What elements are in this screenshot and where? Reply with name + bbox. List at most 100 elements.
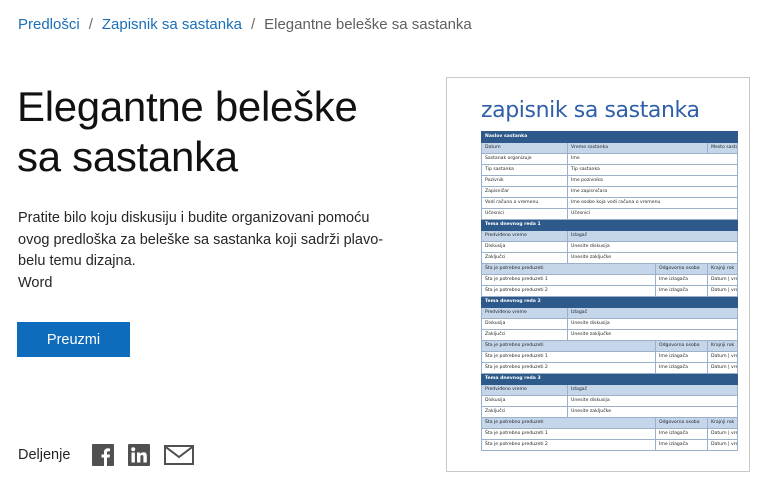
preview-table-row: Šta je potrebno preduzeti 2 Ime izlagača D…: [481, 439, 738, 451]
preview-table-cell: Naslov sastanka: [481, 131, 738, 143]
preview-table-cell: Krajnji rok: [707, 417, 738, 429]
preview-table-cell: Ime izlagača: [655, 428, 708, 440]
preview-table-cell: Vreme sastanka: [567, 142, 708, 154]
preview-table-row: Šta je potrebno preduzeti Odgovorna osoba…: [481, 417, 738, 429]
preview-table-cell: Datum | vreme: [707, 439, 738, 451]
preview-table-cell: Šta je potrebno preduzeti: [481, 340, 656, 352]
linkedin-icon[interactable]: [128, 444, 151, 466]
preview-table-row: Šta je potrebno preduzeti 1 Ime izlagača D…: [481, 351, 738, 363]
facebook-icon[interactable]: [92, 444, 115, 466]
preview-table-cell: Odgovorna osoba: [655, 340, 708, 352]
email-icon[interactable]: [164, 444, 195, 466]
preview-table-cell: Datum | vreme: [707, 428, 738, 440]
preview-document-table: Naslov sastanka Datum Vreme sastanka Mesto …: [481, 131, 738, 451]
preview-table-cell: Datum: [481, 142, 568, 154]
preview-table-row: Predviđeno vreme Izlagač: [481, 307, 738, 319]
preview-table-cell: Šta je potrebno preduzeti 1: [481, 428, 656, 440]
preview-table-row: Predviđeno vreme Izlagač: [481, 384, 738, 396]
preview-table-cell: Unesite diskusija: [567, 241, 738, 253]
preview-table-cell: Predviđeno vreme: [481, 230, 568, 242]
preview-table-cell: Ime izlagača: [655, 285, 708, 297]
preview-table-cell: Šta je potrebno preduzeti: [481, 263, 656, 275]
preview-table-row: Diskusija Unesite diskusija: [481, 395, 738, 407]
preview-table-row: DatumVreme sastankaMesto sastanka: [481, 142, 738, 154]
preview-table-row: Tema dnevnog reda 3: [481, 373, 738, 385]
preview-table-row: Šta je potrebno preduzeti Odgovorna osoba…: [481, 340, 738, 352]
preview-table-cell: Ime pozivnika: [567, 175, 738, 187]
preview-table-row: Tip sastanka Tip sastanka: [481, 164, 738, 176]
preview-table-cell: Diskusija: [481, 395, 568, 407]
share-bar: Deljenje: [18, 444, 208, 466]
preview-table-cell: Odgovorna osoba: [655, 417, 708, 429]
preview-table-row: Diskusija Unesite diskusija: [481, 241, 738, 253]
preview-table-row: Šta je potrebno preduzeti 1 Ime izlagača D…: [481, 428, 738, 440]
preview-table-row: Učesnici Učesnici: [481, 208, 738, 220]
breadcrumb-current: Elegantne beleške sa sastanka: [264, 16, 472, 33]
preview-table-cell: Učesnici: [481, 208, 568, 220]
preview-table-cell: Učesnici: [567, 208, 738, 220]
preview-table-cell: Pozivnik: [481, 175, 568, 187]
preview-table-cell: Unesite zaključke: [567, 252, 738, 264]
template-description: Pratite bilo koju diskusiju i budite org…: [18, 210, 384, 269]
preview-table-cell: Tip sastanka: [481, 164, 568, 176]
preview-table-row: Zaključci Unesite zaključke: [481, 252, 738, 264]
preview-table-row: Vodi računa o vremenu Ime osobe koja vodi…: [481, 197, 738, 209]
preview-table-row: Zaključci Unesite zaključke: [481, 329, 738, 341]
breadcrumb-separator: /: [250, 16, 256, 33]
preview-table-row: Zaključci Unesite zaključke: [481, 406, 738, 418]
preview-table-row: Naslov sastanka: [481, 131, 738, 143]
preview-table-cell: Sastanak organizuje: [481, 153, 568, 165]
preview-table-cell: Zaključci: [481, 329, 568, 341]
share-label: Deljenje: [18, 447, 71, 463]
preview-table-row: Tema dnevnog reda 2: [481, 296, 738, 308]
preview-table-cell: Zapisničar: [481, 186, 568, 198]
preview-table-cell: Izlagač: [567, 230, 738, 242]
preview-table-row: Šta je potrebno preduzeti 2 Ime izlagača D…: [481, 362, 738, 374]
preview-table-cell: Datum | vreme: [707, 285, 738, 297]
preview-table-cell: Zaključci: [481, 252, 568, 264]
preview-table-row: Tema dnevnog reda 1: [481, 219, 738, 231]
page-title: Elegantne beleške sa sastanka: [17, 82, 417, 182]
preview-document-title: zapisnik sa sastanka: [481, 98, 700, 123]
preview-table-cell: Izlagač: [567, 307, 738, 319]
preview-table-cell: Tema dnevnog reda 1: [481, 219, 738, 231]
preview-table-cell: Šta je potrebno preduzeti: [481, 417, 656, 429]
app-label: Word: [18, 275, 53, 291]
breadcrumb: Predlošci / Zapisnik sa sastanka / Elega…: [18, 16, 472, 33]
preview-table-cell: Šta je potrebno preduzeti 2: [481, 362, 656, 374]
page-title-line-1: Elegantne beleške: [17, 83, 358, 130]
preview-table-cell: Tip sastanka: [567, 164, 738, 176]
preview-table-cell: Datum | vreme: [707, 362, 738, 374]
preview-table-cell: Mesto sastanka: [707, 142, 738, 154]
preview-table-cell: Predviđeno vreme: [481, 307, 568, 319]
preview-table-cell: Odgovorna osoba: [655, 263, 708, 275]
preview-table-cell: Šta je potrebno preduzeti 1: [481, 274, 656, 286]
preview-table-cell: Predviđeno vreme: [481, 384, 568, 396]
template-preview[interactable]: zapisnik sa sastanka Naslov sastanka Datu…: [446, 77, 750, 472]
preview-table-cell: Tema dnevnog reda 3: [481, 373, 738, 385]
preview-table-cell: Unesite diskusija: [567, 318, 738, 330]
preview-table-cell: Šta je potrebno preduzeti 2: [481, 285, 656, 297]
breadcrumb-separator: /: [88, 16, 93, 33]
preview-table-row: Šta je potrebno preduzeti Odgovorna osoba…: [481, 263, 738, 275]
preview-table-cell: Ime izlagača: [655, 274, 708, 286]
page-title-line-2: sa sastanka: [17, 133, 238, 180]
preview-table-cell: Krajnji rok: [707, 340, 738, 352]
preview-table-cell: Ime: [567, 153, 738, 165]
preview-table-cell: Unesite diskusija: [567, 395, 738, 407]
breadcrumb-link-meeting-minutes[interactable]: Zapisnik sa sastanka: [102, 16, 242, 33]
preview-table-cell: Unesite zaključke: [567, 329, 738, 341]
preview-table-cell: Krajnji rok: [707, 263, 738, 275]
preview-table-row: Zapisničar Ime zapisničara: [481, 186, 738, 198]
preview-table-cell: Diskusija: [481, 318, 568, 330]
preview-table-cell: Tema dnevnog reda 2: [481, 296, 738, 308]
preview-table-cell: Zaključci: [481, 406, 568, 418]
preview-table-cell: Ime izlagača: [655, 351, 708, 363]
preview-table-cell: Ime izlagača: [655, 439, 708, 451]
download-button[interactable]: Preuzmi: [17, 322, 130, 357]
breadcrumb-link-templates[interactable]: Predlošci: [18, 16, 80, 33]
preview-table-row: Šta je potrebno preduzeti 1 Ime izlagača D…: [481, 274, 738, 286]
preview-table-cell: Diskusija: [481, 241, 568, 253]
preview-table-cell: Datum | vreme: [707, 351, 738, 363]
preview-table-cell: Unesite zaključke: [567, 406, 738, 418]
